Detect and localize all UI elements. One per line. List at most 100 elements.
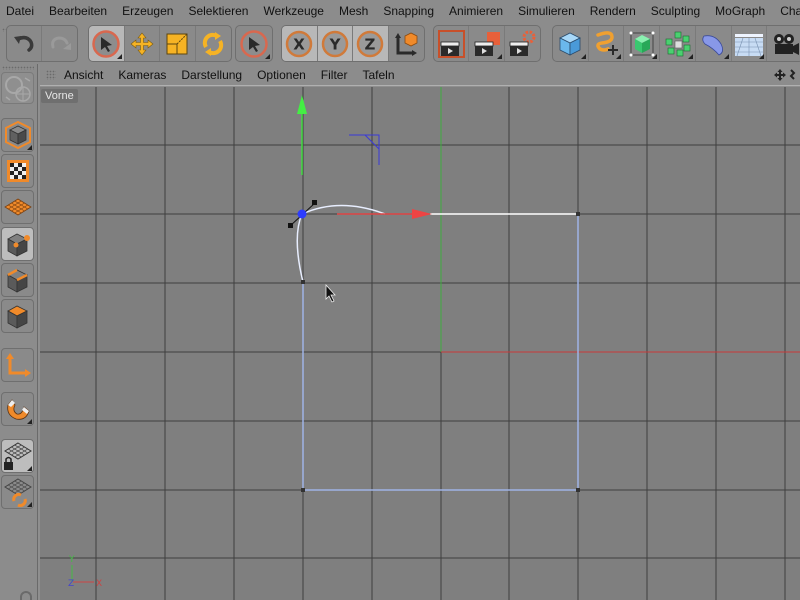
viewport-front[interactable]: Y X Z Vorne: [40, 87, 800, 600]
spline-curve-left[interactable]: [296, 213, 304, 283]
submenu-indicator: [723, 54, 729, 59]
viewport-menu-optionen[interactable]: Optionen: [257, 68, 306, 82]
menu-sculpting[interactable]: Sculpting: [651, 4, 700, 18]
submenu-indicator: [759, 54, 765, 59]
locked-workplane-button[interactable]: [1, 439, 34, 473]
viewport-move-icon[interactable]: [774, 68, 796, 87]
live-selection-button[interactable]: [89, 26, 125, 61]
last-tool-group: [235, 25, 273, 62]
menu-bearbeiten[interactable]: Bearbeiten: [49, 4, 107, 18]
undo-button[interactable]: [7, 26, 43, 61]
render-view-button[interactable]: [434, 26, 470, 61]
submenu-indicator: [116, 54, 122, 59]
camera-button[interactable]: [767, 26, 800, 61]
polygons-mode-button[interactable]: [1, 299, 34, 333]
axis-label-x: X: [96, 579, 102, 589]
move-gizmo[interactable]: [297, 95, 432, 219]
make-editable-button[interactable]: [1, 72, 34, 104]
coordinate-system-icon: [395, 32, 418, 56]
spline-point[interactable]: [301, 280, 305, 284]
rotate-button[interactable]: [196, 26, 231, 61]
tangent-handle-right[interactable]: [312, 200, 317, 205]
model-mode-button[interactable]: [1, 118, 34, 152]
planar-workplane-button[interactable]: [1, 475, 34, 509]
submenu-indicator: [265, 54, 270, 59]
y-axis-lock-button[interactable]: Y: [317, 26, 353, 61]
spline-point[interactable]: [301, 488, 305, 492]
axis-label-z: Z: [68, 579, 74, 589]
viewport-menubar: Ansicht Kameras Darstellung Optionen Fil…: [40, 64, 800, 86]
viewport-canvas[interactable]: Y X Z: [40, 87, 800, 600]
redo-icon: [50, 35, 71, 50]
menu-charakter[interactable]: Charak: [780, 4, 800, 18]
spline-button[interactable]: [589, 26, 625, 61]
tangent-handle-left[interactable]: [288, 223, 293, 228]
render-group: [433, 25, 541, 62]
x-axis-lock-button[interactable]: X: [282, 26, 318, 61]
main-menubar: Datei Bearbeiten Erzeugen Selektieren We…: [0, 0, 800, 22]
snapping-button[interactable]: [1, 392, 34, 426]
menu-selektieren[interactable]: Selektieren: [188, 4, 248, 18]
submenu-indicator: [687, 54, 693, 59]
edges-mode-icon: [6, 268, 28, 293]
submenu-indicator: [652, 54, 658, 59]
view-axis-indicator: Y X Z: [68, 555, 102, 589]
points-mode-button[interactable]: [1, 227, 34, 261]
main-toolbar: X Y Z: [0, 22, 800, 64]
polygons-mode-icon: [6, 305, 28, 329]
spline-point[interactable]: [576, 488, 580, 492]
grid: [40, 87, 800, 600]
gizmo-y-arrow[interactable]: [297, 95, 307, 114]
cloner-button[interactable]: [660, 26, 696, 61]
menu-datei[interactable]: Datei: [6, 4, 34, 18]
menu-rendern[interactable]: Rendern: [590, 4, 636, 18]
move-button[interactable]: [125, 26, 160, 61]
gizmo-x-arrow[interactable]: [412, 209, 432, 219]
y-axis-lock-icon: Y: [321, 30, 348, 57]
undo-icon: [14, 35, 34, 52]
submenu-indicator: [496, 54, 502, 59]
texture-mode-button[interactable]: [1, 154, 34, 188]
menu-erzeugen[interactable]: Erzeugen: [122, 4, 173, 18]
redo-button[interactable]: [42, 26, 77, 61]
camera-icon: [774, 33, 800, 55]
render-settings-button[interactable]: [505, 26, 540, 61]
viewport-grip[interactable]: [46, 69, 56, 80]
texture-mode-icon: [6, 160, 29, 182]
palette-scroll-handle[interactable]: [20, 591, 32, 600]
points-mode-icon: [6, 233, 30, 257]
render-picture-viewer-button[interactable]: [469, 26, 505, 61]
last-tool-button[interactable]: [236, 26, 272, 61]
workplane-button[interactable]: [1, 190, 34, 224]
edges-mode-button[interactable]: [1, 263, 34, 297]
palette-grip[interactable]: [2, 66, 34, 70]
cube-button[interactable]: [553, 26, 589, 61]
selected-point[interactable]: [297, 209, 307, 219]
z-axis-lock-button[interactable]: Z: [353, 26, 389, 61]
spline-object[interactable]: [296, 204, 580, 493]
deformer-button[interactable]: [696, 26, 732, 61]
spline-curve-top[interactable]: [301, 204, 386, 215]
render-settings-icon: [509, 30, 536, 56]
spline-point[interactable]: [576, 212, 580, 216]
viewport-menu-tafeln[interactable]: Tafeln: [362, 68, 394, 82]
axis-mode-button[interactable]: [1, 348, 34, 382]
viewport-menu-filter[interactable]: Filter: [321, 68, 348, 82]
viewport-menu-ansicht[interactable]: Ansicht: [64, 68, 103, 82]
menu-werkzeuge[interactable]: Werkzeuge: [263, 4, 323, 18]
gizmo-xy-plane-handle[interactable]: [349, 134, 380, 165]
menu-snapping[interactable]: Snapping: [383, 4, 434, 18]
viewport-menu-darstellung[interactable]: Darstellung: [181, 68, 242, 82]
make-editable-icon: [4, 76, 31, 102]
coordinate-system-button[interactable]: [389, 26, 424, 61]
menu-animieren[interactable]: Animieren: [449, 4, 503, 18]
menu-mograph[interactable]: MoGraph: [715, 4, 765, 18]
menu-simulieren[interactable]: Simulieren: [518, 4, 575, 18]
submenu-indicator: [616, 54, 622, 59]
menu-mesh[interactable]: Mesh: [339, 4, 368, 18]
scale-button[interactable]: [160, 26, 196, 61]
viewport-menu-kameras[interactable]: Kameras: [118, 68, 166, 82]
environment-button[interactable]: [732, 26, 768, 61]
view-name-label: Vorne: [41, 89, 78, 103]
subdivision-surface-button[interactable]: [624, 26, 661, 61]
